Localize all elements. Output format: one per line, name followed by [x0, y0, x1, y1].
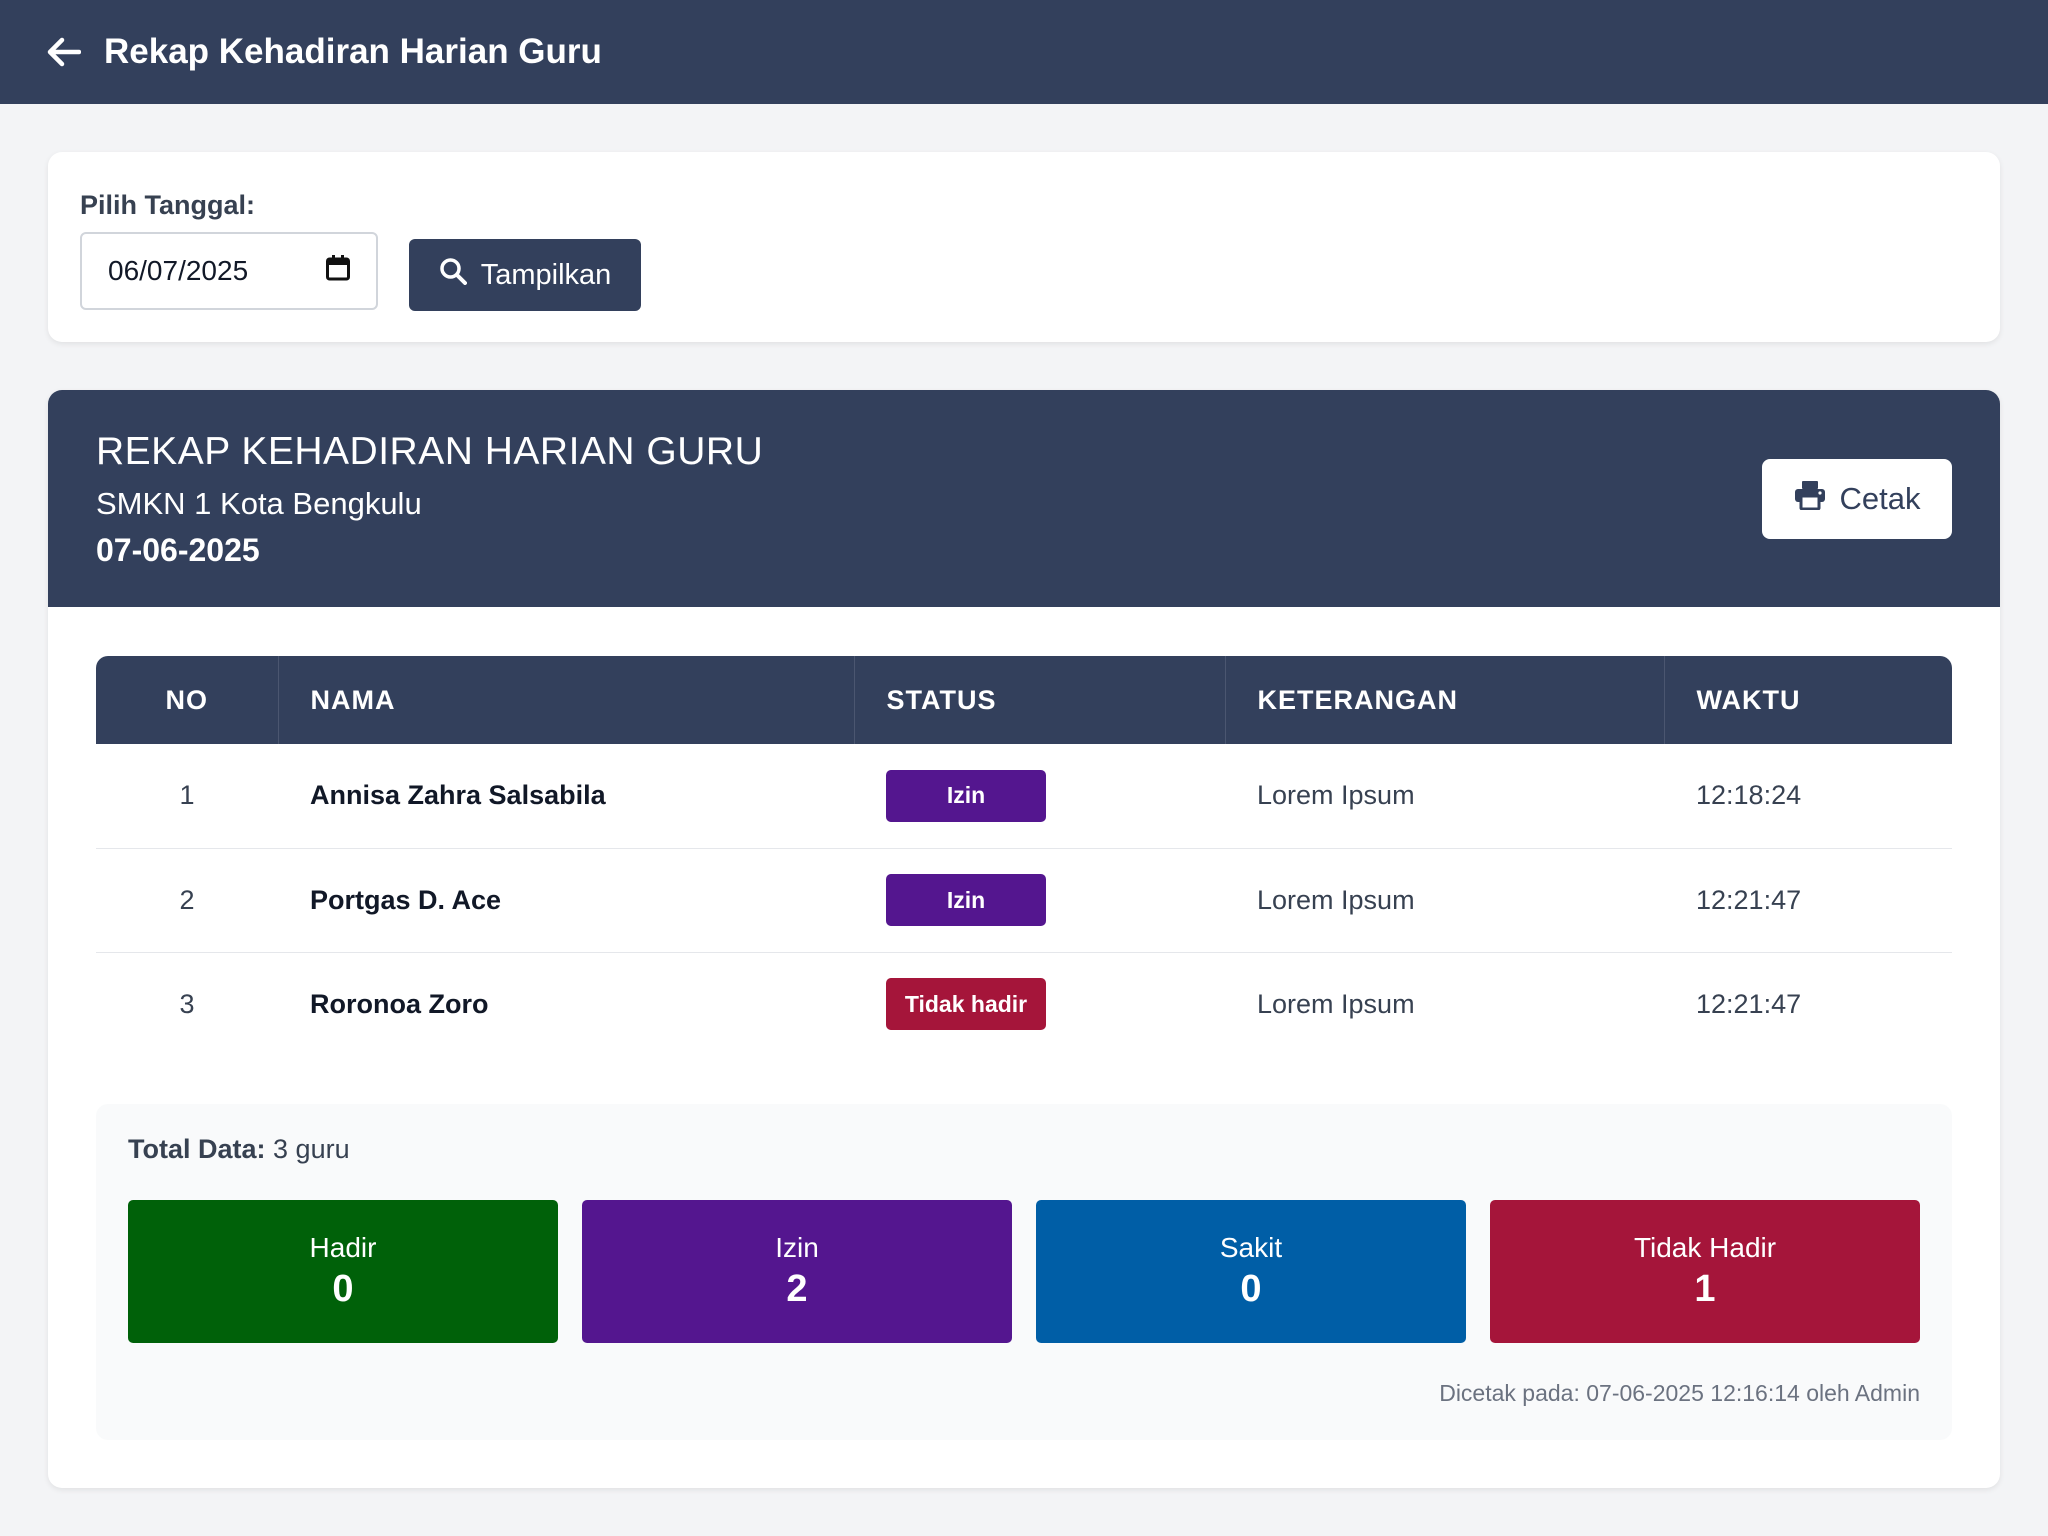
total-value: 3 guru: [273, 1134, 350, 1164]
print-button[interactable]: Cetak: [1762, 459, 1952, 539]
cell-keterangan: Lorem Ipsum: [1225, 744, 1664, 849]
stat-label: Hadir: [309, 1232, 377, 1263]
stat-label: Izin: [775, 1232, 819, 1263]
report-title: REKAP KEHADIRAN HARIAN GURU: [96, 430, 764, 473]
table-row: 3 Roronoa Zoro Tidak hadir Lorem Ipsum 1…: [96, 952, 1952, 1056]
stat-izin: Izin 2: [582, 1200, 1012, 1343]
cell-keterangan: Lorem Ipsum: [1257, 988, 1415, 1019]
cell-nama: Roronoa Zoro: [310, 988, 489, 1019]
stat-hadir: Hadir 0: [128, 1200, 558, 1343]
stat-value: 0: [332, 1268, 354, 1310]
col-keterangan: KETERANGAN: [1224, 656, 1664, 744]
search-icon: [439, 257, 467, 293]
status-badge: Tidak hadir: [886, 978, 1046, 1031]
cell-waktu: 12:21:47: [1664, 848, 1952, 953]
col-nama: NAMA: [277, 656, 854, 744]
printer-icon: [1794, 480, 1826, 518]
total-data: Total Data: 3 guru: [128, 1134, 350, 1165]
cell-keterangan: Lorem Ipsum: [1225, 848, 1664, 953]
status-badge: Izin: [886, 874, 1046, 926]
status-badge: Izin: [886, 769, 1046, 822]
stat-label: Sakit: [1219, 1232, 1283, 1263]
cell-no: 1: [96, 744, 278, 849]
arrow-left-icon[interactable]: [44, 32, 84, 72]
school-name: SMKN 1 Kota Bengkulu: [96, 486, 422, 521]
stat-tidak-hadir: Tidak Hadir 1: [1490, 1200, 1920, 1343]
report-card: REKAP KEHADIRAN HARIAN GURU SMKN 1 Kota …: [48, 390, 2000, 1488]
printed-info: Dicetak pada: 07-06-2025 12:16:14 oleh A…: [1439, 1380, 1920, 1406]
date-value: 06/07/2025: [108, 255, 249, 286]
cell-nama: Portgas D. Ace: [278, 848, 854, 953]
stat-value: 0: [1240, 1268, 1262, 1310]
cell-no: 2: [96, 848, 278, 953]
cell-status: Izin: [854, 744, 1225, 849]
stat-value: 2: [786, 1268, 808, 1310]
table-row: 1 Annisa Zahra Salsabila Izin Lorem Ipsu…: [96, 744, 1952, 849]
date-input[interactable]: 06/07/2025: [80, 232, 378, 310]
attendance-table-wrap: NO NAMA STATUS KETERANGAN WAKTU 1 Annisa…: [96, 656, 1952, 1056]
show-button[interactable]: Tampilkan: [409, 239, 641, 311]
summary-panel: Total Data: 3 guru Hadir 0 Izin 2 Sakit …: [96, 1104, 1952, 1440]
cell-status: Tidak hadir: [854, 952, 1225, 1056]
calendar-icon[interactable]: [326, 254, 350, 288]
total-label: Total Data:: [128, 1134, 266, 1164]
attendance-table: NO NAMA STATUS KETERANGAN WAKTU 1 Annisa…: [96, 656, 1952, 1056]
stat-value: 1: [1694, 1268, 1716, 1310]
col-no: NO: [165, 684, 208, 715]
report-date: 07-06-2025: [96, 532, 260, 568]
stat-label: Tidak Hadir: [1633, 1232, 1777, 1263]
show-button-label: Tampilkan: [480, 258, 612, 291]
date-label: Pilih Tanggal:: [80, 190, 255, 220]
filter-card: Pilih Tanggal: 06/07/2025 Tampilkan: [48, 152, 2000, 342]
print-button-label: Cetak: [1839, 481, 1921, 516]
cell-no: 3: [179, 988, 195, 1019]
cell-status: Izin: [854, 848, 1225, 953]
stat-sakit: Sakit 0: [1036, 1200, 1466, 1343]
report-header: REKAP KEHADIRAN HARIAN GURU SMKN 1 Kota …: [48, 390, 2000, 607]
table-row: 2 Portgas D. Ace Izin Lorem Ipsum 12:21:…: [96, 848, 1952, 953]
cell-nama: Annisa Zahra Salsabila: [278, 744, 854, 849]
cell-waktu: 12:21:47: [1696, 988, 1802, 1019]
col-waktu: WAKTU: [1663, 656, 1952, 744]
page-title: Rekap Kehadiran Harian Guru: [104, 32, 602, 71]
col-status: STATUS: [853, 656, 1225, 744]
top-bar: Rekap Kehadiran Harian Guru: [0, 0, 2048, 104]
table-header-row: NO NAMA STATUS KETERANGAN WAKTU: [96, 656, 1952, 744]
cell-waktu: 12:18:24: [1664, 744, 1952, 849]
